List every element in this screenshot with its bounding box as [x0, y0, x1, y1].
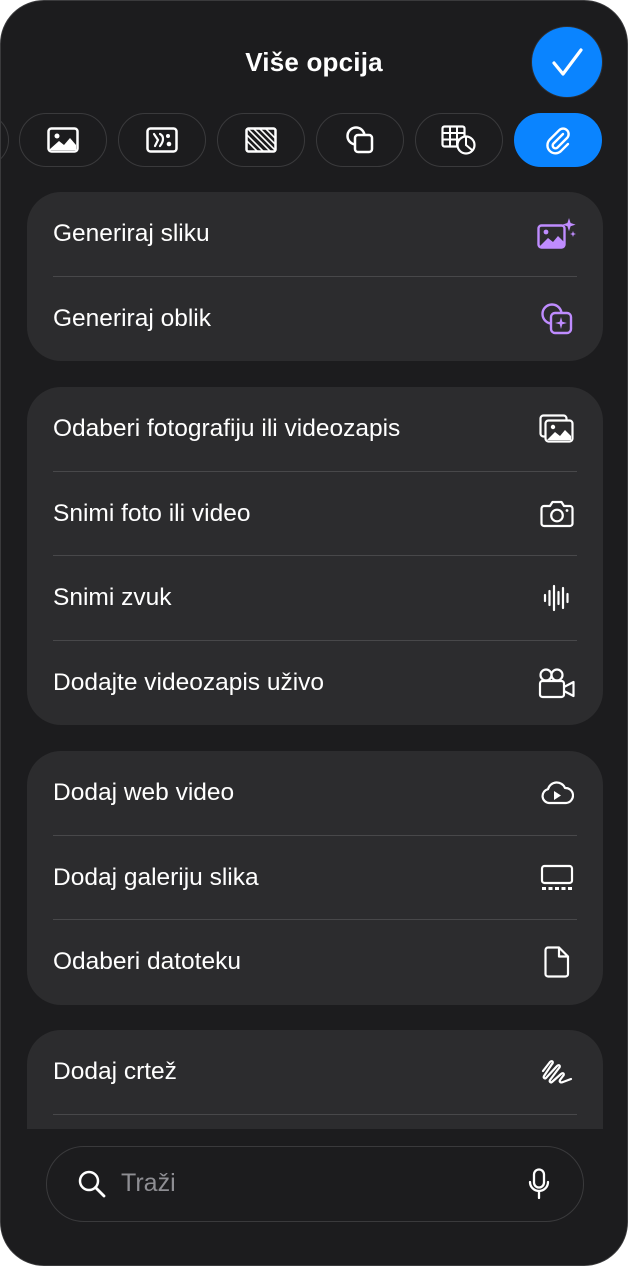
- striped-rect-icon: [245, 127, 277, 153]
- document-icon: [537, 942, 577, 982]
- item-label: Generiraj sliku: [53, 220, 210, 248]
- record-audio-item[interactable]: Snimi zvuk: [27, 556, 603, 641]
- tab-pattern[interactable]: [217, 113, 305, 167]
- add-drawing-item[interactable]: Dodaj crtež: [27, 1030, 603, 1115]
- gallery-icon: [537, 858, 577, 898]
- item-label: Dodaj web video: [53, 779, 235, 807]
- video-camera-icon: [537, 663, 577, 703]
- tab-partial[interactable]: [1, 113, 9, 167]
- scribble-icon: [537, 1052, 577, 1092]
- photo-library-icon: [537, 409, 577, 449]
- item-label: Dodaj crtež: [53, 1058, 177, 1086]
- item-label: Snimi foto ili video: [53, 499, 251, 527]
- cloud-play-icon: [537, 773, 577, 813]
- insert-category-tabs: [1, 113, 627, 167]
- media-group: Odaberi fotografiju ili videozapis Snimi…: [27, 387, 603, 725]
- microphone-icon[interactable]: [527, 1168, 551, 1200]
- table-chart-icon: [441, 125, 476, 155]
- photo-icon: [47, 127, 79, 153]
- divider: [53, 1113, 577, 1115]
- checkmark-icon: [552, 48, 583, 76]
- web-group: Dodaj web video Dodaj galeriju slika Oda…: [27, 751, 603, 1005]
- waveform-icon: [537, 578, 577, 618]
- camera-icon: [537, 494, 577, 534]
- take-photo-item[interactable]: Snimi foto ili video: [27, 472, 603, 556]
- item-label: Dodaj galeriju slika: [53, 863, 259, 891]
- item-label: Dodajte videozapis uživo: [53, 668, 325, 696]
- media-icon: [146, 127, 178, 153]
- item-label: Generiraj oblik: [53, 304, 211, 332]
- sparkle-shape-icon: [537, 299, 577, 339]
- item-label: Odaberi datoteku: [53, 948, 241, 976]
- search-icon: [78, 1170, 106, 1198]
- add-web-video-item[interactable]: Dodaj web video: [27, 751, 603, 836]
- tab-shapes[interactable]: [316, 113, 404, 167]
- generate-image-item[interactable]: Generiraj sliku: [27, 192, 603, 277]
- add-live-video-item[interactable]: Dodajte videozapis uživo: [27, 641, 603, 726]
- item-label: Odaberi fotografiju ili videozapis: [53, 415, 401, 443]
- paperclip-icon: [546, 127, 570, 155]
- tab-table-chart[interactable]: [415, 113, 503, 167]
- add-gallery-item[interactable]: Dodaj galeriju slika: [27, 836, 603, 920]
- item-label: Snimi zvuk: [53, 584, 172, 612]
- tab-media[interactable]: [118, 113, 206, 167]
- done-button[interactable]: [532, 27, 602, 97]
- shapes-icon: [346, 126, 374, 154]
- generate-shape-item[interactable]: Generiraj oblik: [27, 277, 603, 362]
- more-options-sheet: Više opcija Generiraj sliku Generiraj ob…: [0, 0, 628, 1266]
- search-input[interactable]: Traži: [121, 1169, 176, 1198]
- tab-image[interactable]: [19, 113, 107, 167]
- tab-attachment[interactable]: [514, 113, 602, 167]
- search-field[interactable]: Traži: [46, 1146, 584, 1222]
- choose-file-item[interactable]: Odaberi datoteku: [27, 920, 603, 1005]
- generate-group: Generiraj sliku Generiraj oblik: [27, 192, 603, 361]
- choose-photo-item[interactable]: Odaberi fotografiju ili videozapis: [27, 387, 603, 472]
- sparkle-image-icon: [537, 214, 577, 254]
